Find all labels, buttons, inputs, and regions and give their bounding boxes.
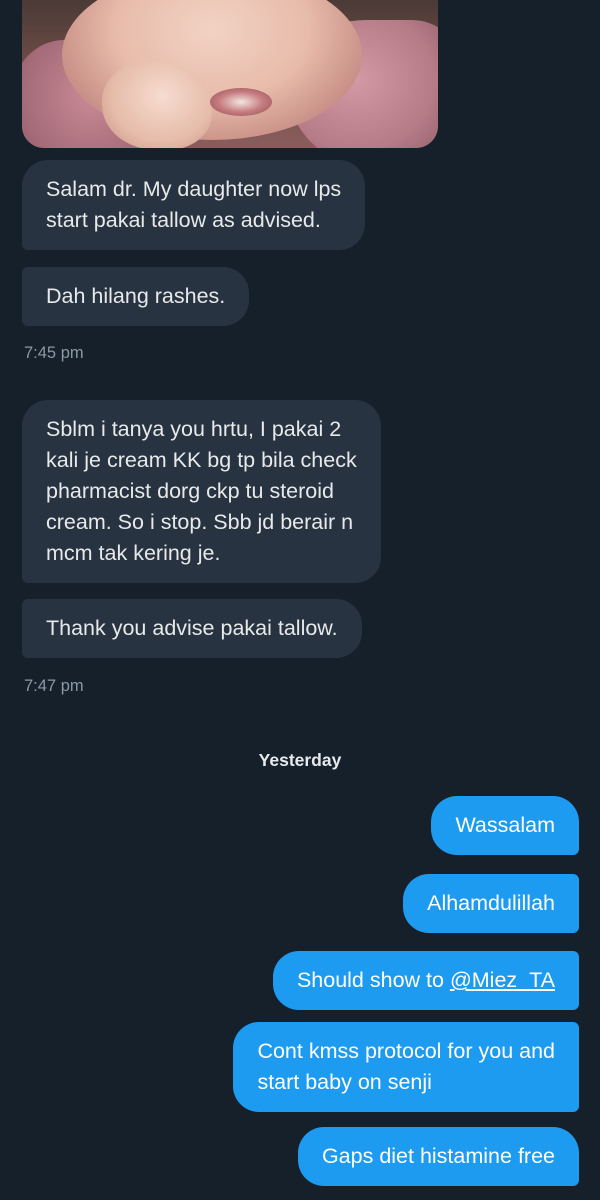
- photo-baby-mouth: [210, 88, 272, 116]
- sent-message-bubble[interactable]: Cont kmss protocol for you and start bab…: [233, 1022, 579, 1112]
- received-message-bubble[interactable]: Dah hilang rashes.: [22, 267, 250, 326]
- message-timestamp: 7:47 pm: [24, 677, 84, 695]
- sent-message-bubble[interactable]: Wassalam: [431, 796, 579, 855]
- received-message-bubble[interactable]: Salam dr. My daughter now lps start paka…: [22, 160, 366, 250]
- user-mention-link[interactable]: @Miez_TA: [450, 968, 555, 992]
- attached-photo[interactable]: [22, 0, 438, 148]
- sent-message-bubble[interactable]: Gaps diet histamine free: [297, 1127, 579, 1186]
- sent-message-bubble[interactable]: Should show to @Miez_TA: [272, 951, 579, 1010]
- message-timestamp: 7:45 pm: [24, 344, 84, 362]
- received-message-bubble[interactable]: Thank you advise pakai tallow.: [22, 599, 362, 658]
- received-message-bubble[interactable]: Sblm i tanya you hrtu, I pakai 2 kali je…: [22, 400, 381, 583]
- message-text: Should show to: [296, 968, 450, 992]
- day-divider: Yesterday: [258, 750, 342, 770]
- sent-message-bubble[interactable]: Alhamdulillah: [403, 874, 579, 933]
